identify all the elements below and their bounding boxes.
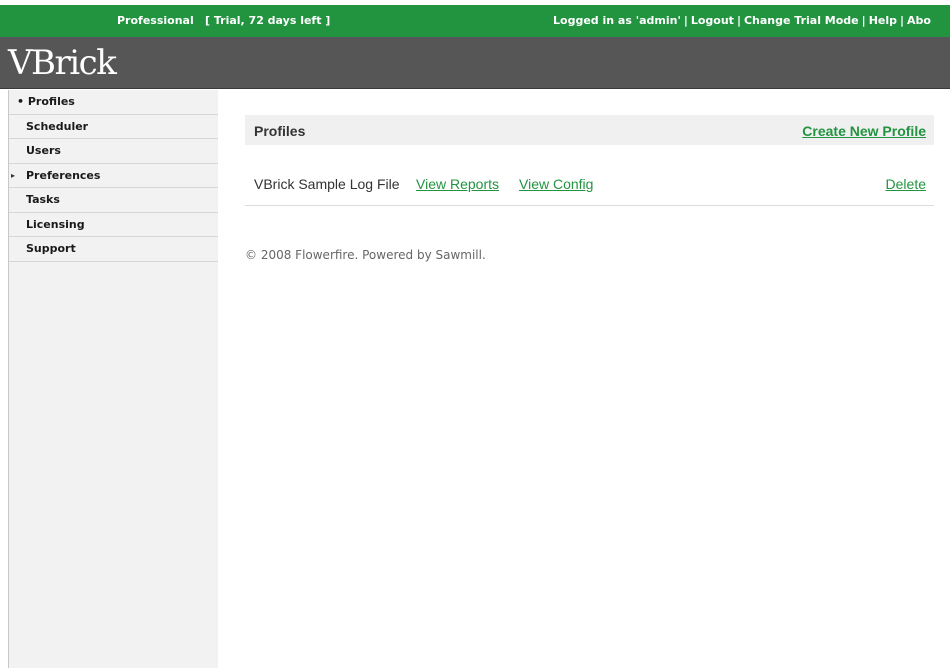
sidebar-item-label: Preferences (26, 168, 101, 182)
header-banner: VBrick (0, 37, 950, 89)
separator: | (861, 14, 866, 27)
vbrick-logo: VBrick (8, 43, 117, 83)
logged-in-label: Logged in as 'admin' (553, 14, 681, 27)
expand-arrow-icon: ▸ (11, 170, 16, 180)
sidebar-item-profiles[interactable]: • Profiles (9, 90, 218, 115)
sidebar-item-licensing[interactable]: Licensing (9, 213, 218, 237)
sidebar-item-label: Tasks (26, 193, 60, 206)
footer-copyright: © 2008 Flowerfire. Powered by Sawmill. (245, 248, 486, 262)
delete-profile-link[interactable]: Delete (886, 176, 926, 192)
sidebar-item-users[interactable]: Users (9, 139, 218, 164)
view-config-link[interactable]: View Config (519, 176, 593, 192)
change-trial-mode-link[interactable]: Change Trial Mode (744, 14, 859, 27)
sidebar-item-label: Licensing (26, 217, 85, 231)
profiles-header: Profiles Create New Profile (245, 115, 934, 145)
separator: | (900, 14, 905, 27)
page-title: Profiles (254, 123, 306, 139)
help-link[interactable]: Help (869, 14, 897, 27)
trial-status: [ Trial, 72 days left ] (205, 14, 331, 27)
account-links: Logged in as 'admin' | Logout | Change Trial… (553, 14, 931, 27)
sidebar-item-scheduler[interactable]: Scheduler (9, 115, 218, 139)
separator: | (736, 14, 741, 27)
profile-row: VBrick Sample Log File View Reports View… (245, 175, 934, 206)
sidebar-item-label: Support (26, 242, 76, 255)
sidebar-item-support[interactable]: Support (9, 237, 218, 262)
create-new-profile-link[interactable]: Create New Profile (802, 123, 926, 139)
separator: | (683, 14, 688, 27)
sidebar-item-tasks[interactable]: Tasks (9, 188, 218, 213)
sidebar-item-label: Users (26, 144, 61, 157)
main-content: Profiles Create New Profile VBrick Sampl… (245, 115, 934, 206)
view-reports-link[interactable]: View Reports (416, 176, 499, 192)
bullet-icon: • (17, 95, 25, 108)
sidebar-item-label: Scheduler (26, 119, 89, 133)
sidebar-item-label: Profiles (27, 95, 75, 108)
top-bar: Professional [ Trial, 72 days left ] Log… (0, 0, 950, 37)
edition-label: Professional (117, 14, 194, 27)
about-link[interactable]: Abo (907, 14, 931, 27)
profile-name: VBrick Sample Log File (254, 176, 400, 192)
sidebar: • Profiles Scheduler Users ▸ Preferences… (8, 90, 218, 668)
logout-link[interactable]: Logout (691, 14, 734, 27)
sidebar-item-preferences[interactable]: ▸ Preferences (9, 164, 218, 188)
